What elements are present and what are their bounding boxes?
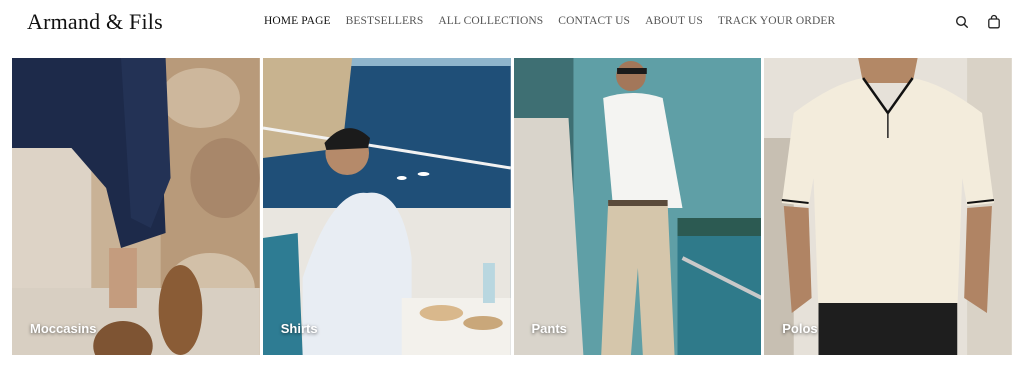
nav-item-about-us[interactable]: ABOUT US [645,15,703,27]
category-tile-shirts[interactable]: Shirts [262,58,511,355]
pants-photo [513,58,762,355]
nav-item-home-page[interactable]: HOME PAGE [264,15,331,27]
category-label-polos: Polos [782,321,818,336]
moccasins-photo [12,58,260,355]
header-icons [954,14,1002,30]
category-grid: Moccasins Shirts Pants Polos [12,58,1012,355]
nav-item-contact-us[interactable]: CONTACT US [558,15,630,27]
nav-item-track-your-order[interactable]: TRACK YOUR ORDER [718,15,835,27]
main-nav: HOME PAGE BESTSELLERS ALL COLLECTIONS CO… [264,15,850,27]
category-tile-polos[interactable]: Polos [764,58,1012,355]
search-icon[interactable] [954,14,970,30]
category-label-pants: Pants [531,321,567,336]
nav-item-bestsellers[interactable]: BESTSELLERS [346,15,424,27]
category-tile-moccasins[interactable]: Moccasins [12,58,260,355]
shopping-bag-icon[interactable] [986,14,1002,30]
polos-photo [764,58,1012,355]
category-label-moccasins: Moccasins [30,321,97,336]
category-tile-pants[interactable]: Pants [513,58,762,355]
category-label-shirts: Shirts [280,321,318,336]
brand-logo[interactable]: Armand & Fils [27,9,163,35]
nav-item-all-collections[interactable]: ALL COLLECTIONS [438,15,543,27]
shirts-photo [262,58,511,355]
site-header: Armand & Fils HOME PAGE BESTSELLERS ALL … [0,0,1024,46]
